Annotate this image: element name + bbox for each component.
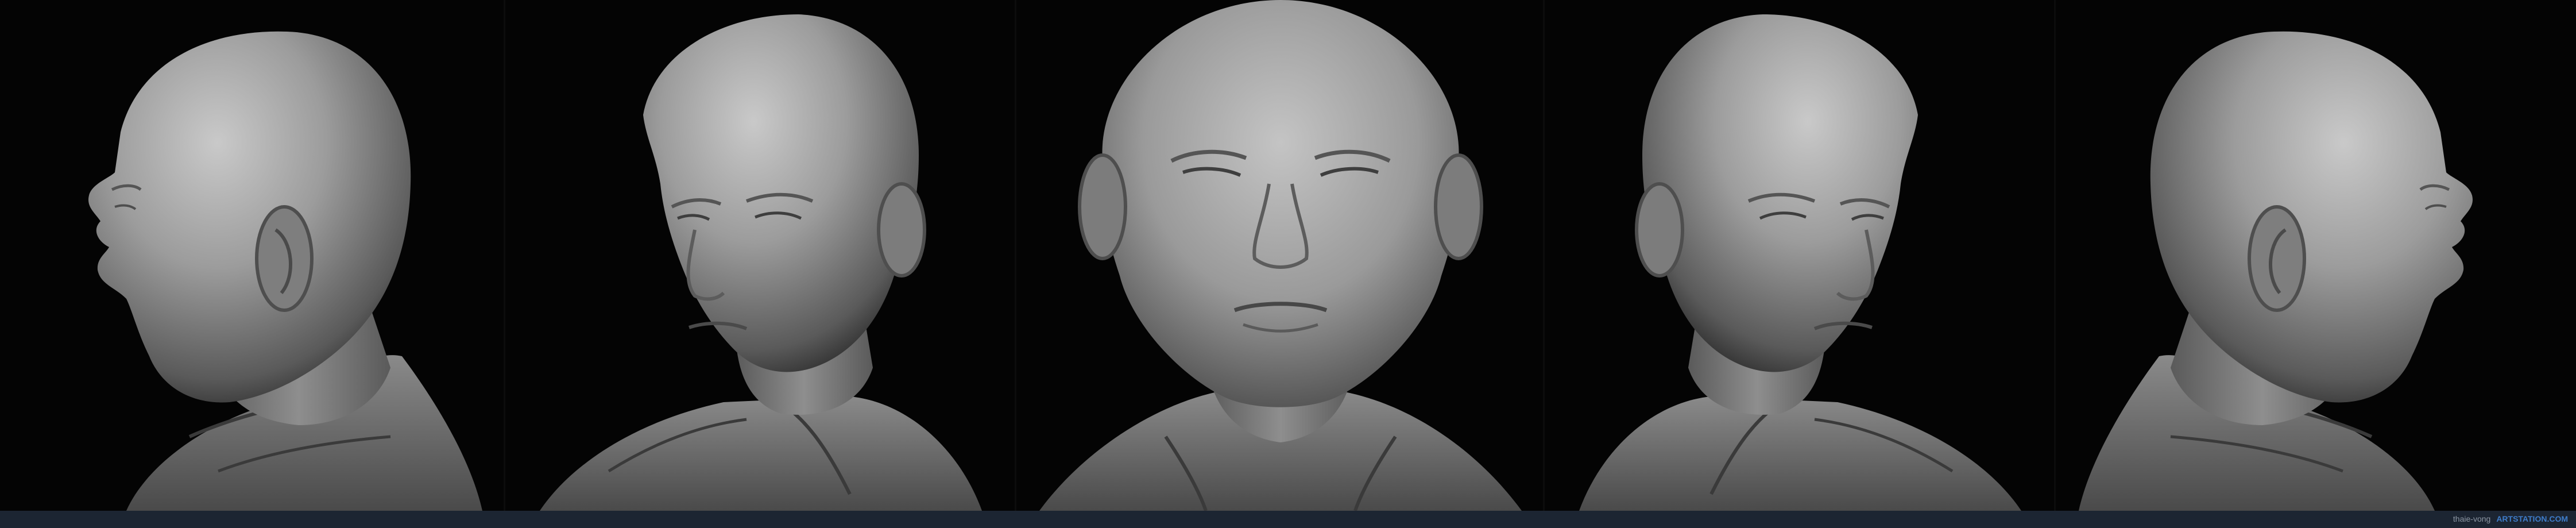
view-right-three-quarter bbox=[1545, 0, 2056, 511]
bottom-bar: thaie-vong ARTSTATION.COM bbox=[0, 511, 2576, 528]
sculpt-strip bbox=[0, 0, 2576, 511]
view-right-profile bbox=[2056, 0, 2576, 511]
site-link[interactable]: ARTSTATION.COM bbox=[2496, 514, 2568, 523]
credit: thaie-vong ARTSTATION.COM bbox=[2453, 514, 2568, 523]
view-front bbox=[1016, 0, 1545, 511]
left-three-quarter-render bbox=[540, 14, 982, 511]
right-profile-render bbox=[2079, 31, 2473, 511]
author-name: thaie-vong bbox=[2453, 514, 2491, 523]
front-render bbox=[1039, 0, 1522, 511]
view-left-profile bbox=[0, 0, 505, 511]
view-left-three-quarter bbox=[505, 0, 1016, 511]
left-profile-render bbox=[88, 31, 482, 511]
right-three-quarter-render bbox=[1579, 14, 2021, 511]
